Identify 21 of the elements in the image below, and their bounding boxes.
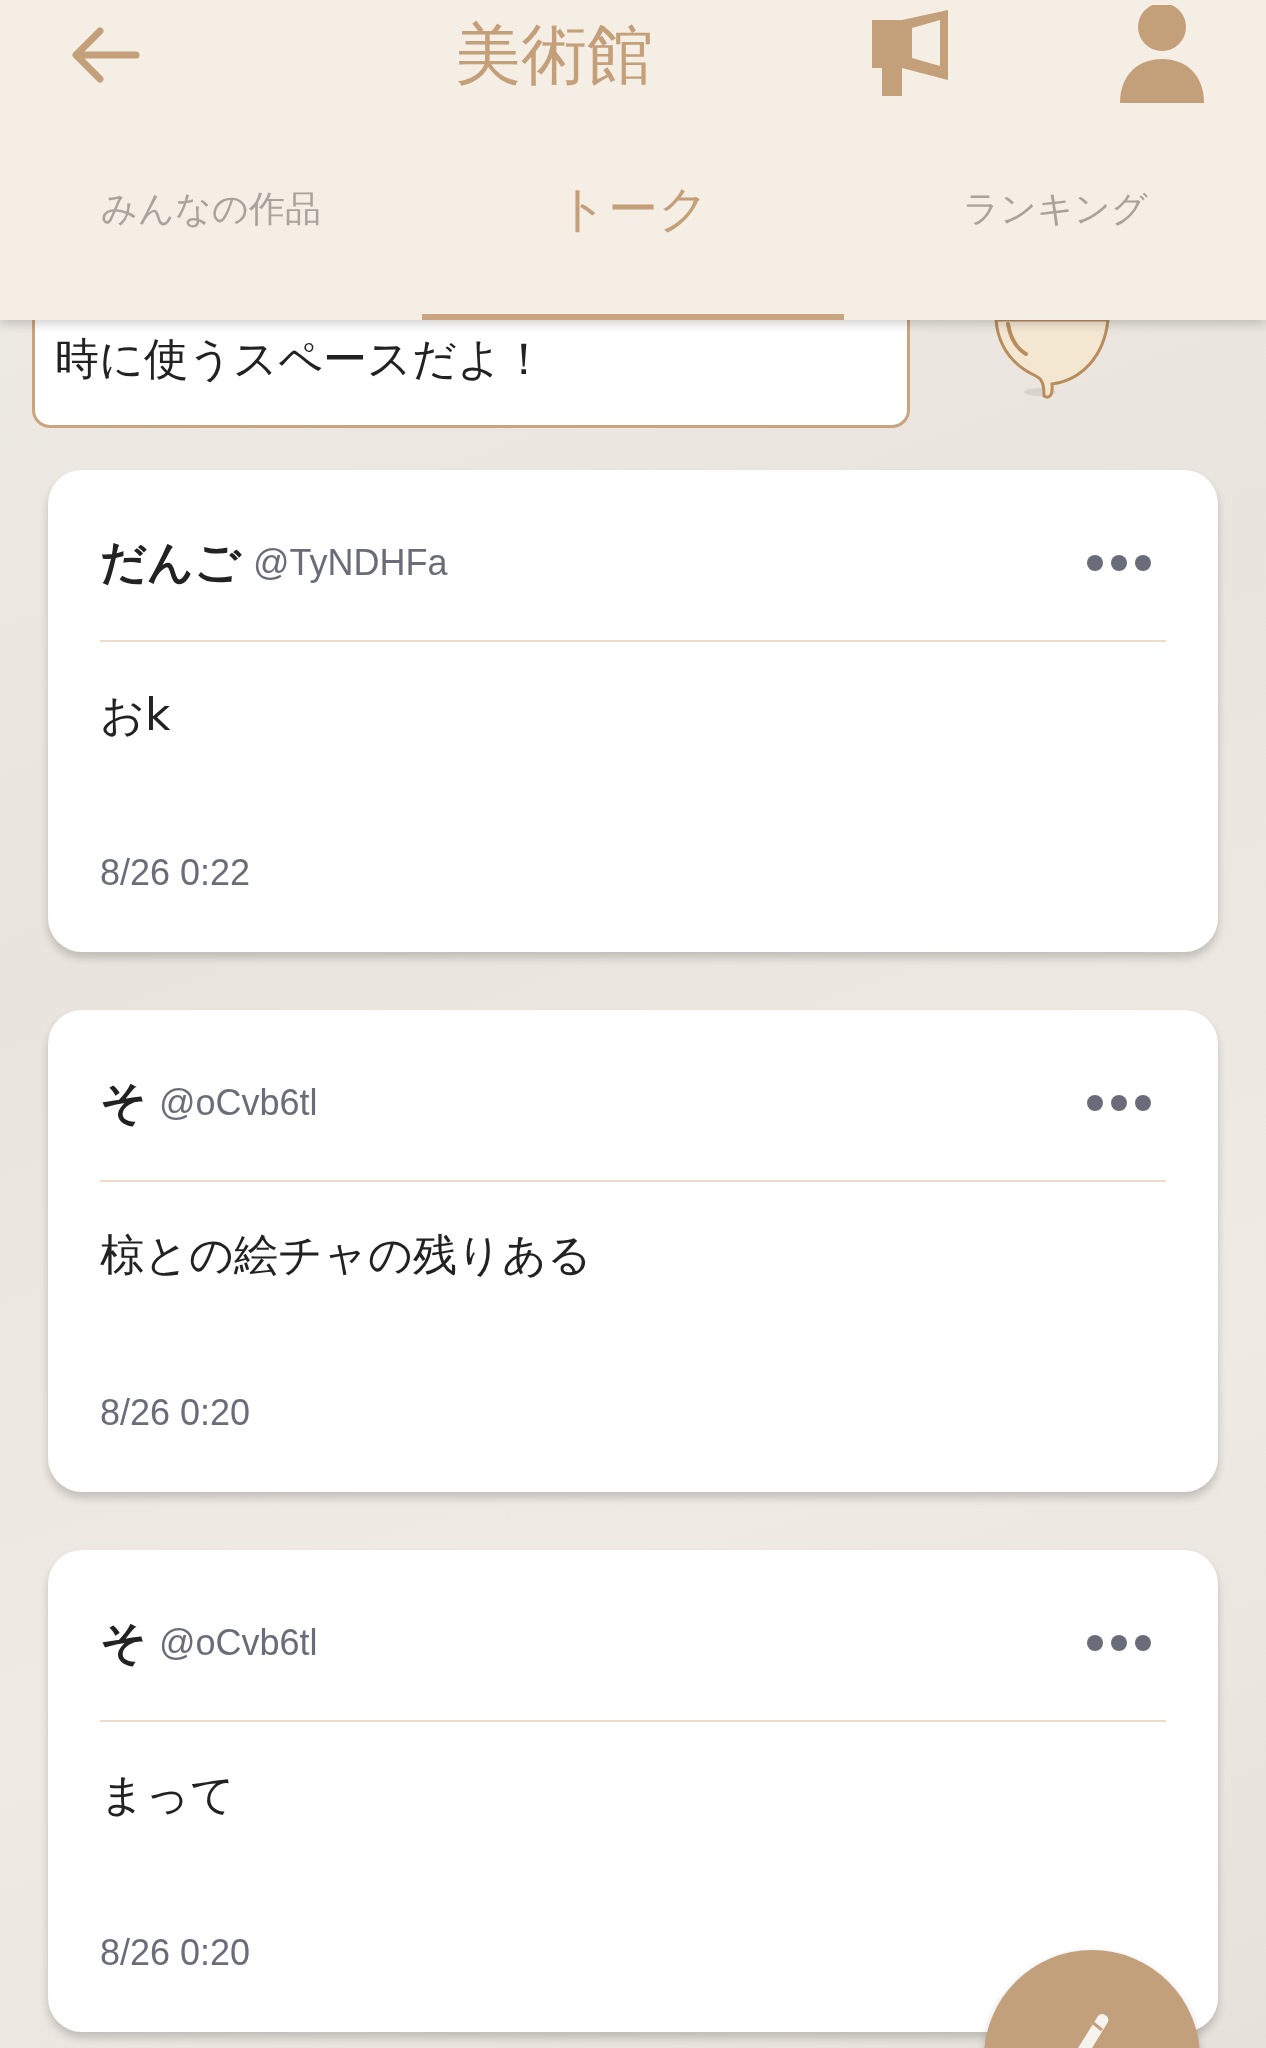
post-text: おk (100, 688, 172, 742)
user-handle: @oCvb6tl (159, 1082, 319, 1124)
user-name: そ (100, 1074, 147, 1131)
user-icon[interactable] (1118, 5, 1206, 105)
user-handle: @TyNDHFa (253, 542, 449, 584)
back-icon[interactable] (70, 27, 140, 83)
tab[interactable]: ランキング (844, 110, 1266, 320)
user-name: そ (100, 1614, 147, 1671)
page-title: 美術館 (454, 22, 654, 88)
more-icon[interactable] (1086, 554, 1152, 572)
more-icon[interactable] (1086, 1094, 1152, 1112)
user-handle: @oCvb6tl (159, 1622, 319, 1664)
post-time: 8/26 0:20 (100, 1392, 251, 1433)
speech-bubble: 時に使うスペースだよ！ (32, 320, 910, 428)
user-name: だんご (100, 534, 241, 591)
post-time: 8/26 0:22 (100, 852, 251, 893)
tab[interactable]: みんなの作品 (0, 110, 422, 320)
post-time: 8/26 0:20 (100, 1932, 251, 1973)
post-text: まって (100, 1768, 236, 1822)
more-icon[interactable] (1086, 1634, 1152, 1652)
post-text: 椋との絵チャの残りある (100, 1228, 593, 1282)
